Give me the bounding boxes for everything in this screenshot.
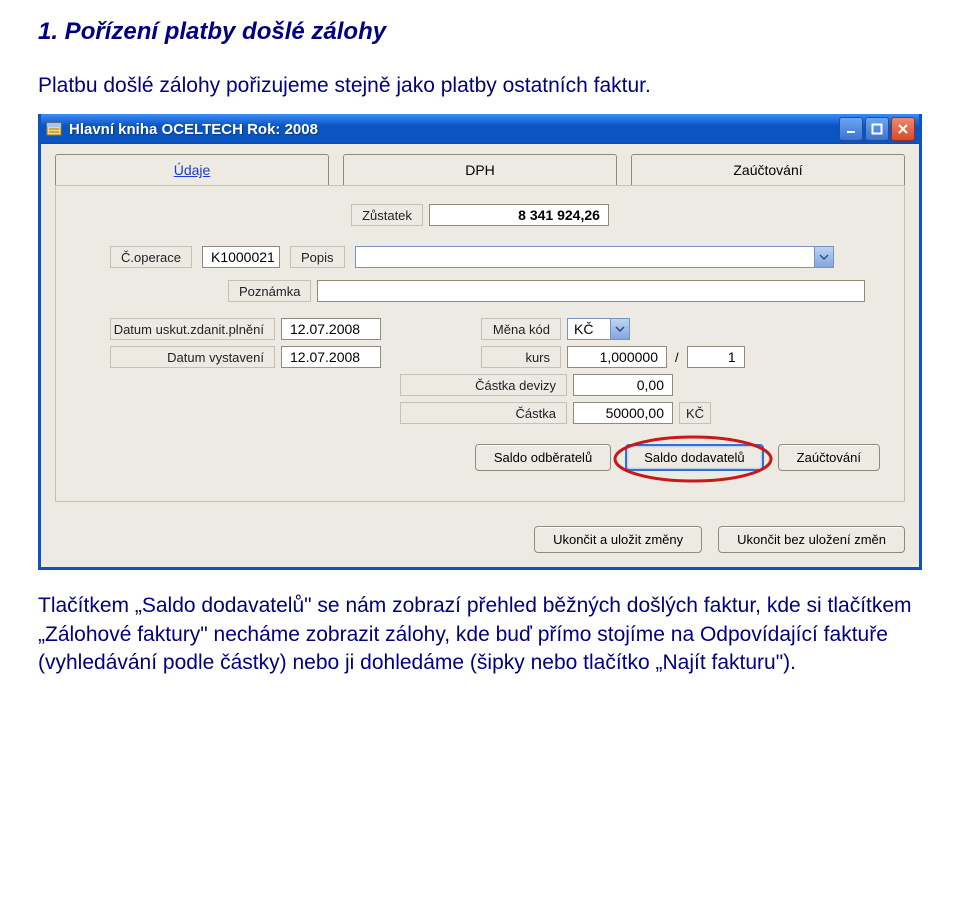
chevron-down-icon[interactable] — [610, 319, 629, 339]
minimize-button[interactable] — [839, 117, 863, 141]
footer-bar: Ukončit a uložit změny Ukončit bez ulože… — [41, 516, 919, 567]
amount-currency: KČ — [679, 402, 711, 424]
maximize-button[interactable] — [865, 117, 889, 141]
description-label: Popis — [290, 246, 345, 268]
amount-fx-field[interactable]: 0,00 — [573, 374, 673, 396]
tax-date-field[interactable]: 12.07.2008 — [281, 318, 381, 340]
posting-button[interactable]: Zaúčtování — [778, 444, 880, 471]
chevron-down-icon[interactable] — [814, 247, 833, 267]
description-value[interactable] — [356, 247, 814, 267]
currency-code-label: Měna kód — [481, 318, 561, 340]
rate-per-field[interactable]: 1 — [687, 346, 745, 368]
window-title: Hlavní kniha OCELTECH Rok: 2008 — [69, 121, 839, 138]
doc-paragraph-bottom: Tlačítkem „Saldo dodavatelů" se nám zobr… — [38, 592, 922, 677]
issue-date-label: Datum vystavení — [110, 346, 275, 368]
tab-udaje[interactable]: Údaje — [55, 154, 329, 185]
tax-date-label: Datum uskut.zdanit.plnění — [110, 318, 275, 340]
doc-paragraph-top: Platbu došlé zálohy pořizujeme stejně ja… — [38, 72, 922, 100]
app-window: Hlavní kniha OCELTECH Rok: 2008 Údaje DP… — [38, 114, 922, 570]
amount-field[interactable]: 50000,00 — [573, 402, 673, 424]
note-label: Poznámka — [228, 280, 311, 302]
rate-field[interactable]: 1,000000 — [567, 346, 667, 368]
balance-label: Zůstatek — [351, 204, 423, 226]
amount-label: Částka — [400, 402, 567, 424]
description-combo[interactable] — [355, 246, 834, 268]
saldo-suppliers-button[interactable]: Saldo dodavatelů — [625, 444, 763, 471]
tab-row: Údaje DPH Zaúčtování — [41, 144, 919, 185]
close-button[interactable] — [891, 117, 915, 141]
tab-zauctovani[interactable]: Zaúčtování — [631, 154, 905, 185]
tab-udaje-link[interactable]: Údaje — [174, 162, 211, 178]
rate-separator: / — [673, 350, 681, 365]
app-icon — [45, 120, 63, 138]
operation-number-label: Č.operace — [110, 246, 192, 268]
window-controls — [839, 117, 915, 141]
form-area: Zůstatek 8 341 924,26 Č.operace K1000021… — [55, 185, 905, 502]
saldo-customers-button[interactable]: Saldo odběratelů — [475, 444, 611, 471]
issue-date-field[interactable]: 12.07.2008 — [281, 346, 381, 368]
close-without-save-button[interactable]: Ukončit bez uložení změn — [718, 526, 905, 553]
save-and-close-button[interactable]: Ukončit a uložit změny — [534, 526, 702, 553]
balance-value: 8 341 924,26 — [429, 204, 609, 226]
currency-combo[interactable]: KČ — [567, 318, 630, 340]
rate-label: kurs — [481, 346, 561, 368]
note-field[interactable] — [317, 280, 865, 302]
amount-fx-label: Částka devizy — [400, 374, 567, 396]
doc-heading: 1. Pořízení platby došlé zálohy — [38, 18, 922, 46]
operation-number-field[interactable]: K1000021 — [202, 246, 280, 268]
titlebar[interactable]: Hlavní kniha OCELTECH Rok: 2008 — [41, 114, 919, 144]
currency-value[interactable]: KČ — [568, 319, 610, 339]
tab-dph[interactable]: DPH — [343, 154, 617, 185]
